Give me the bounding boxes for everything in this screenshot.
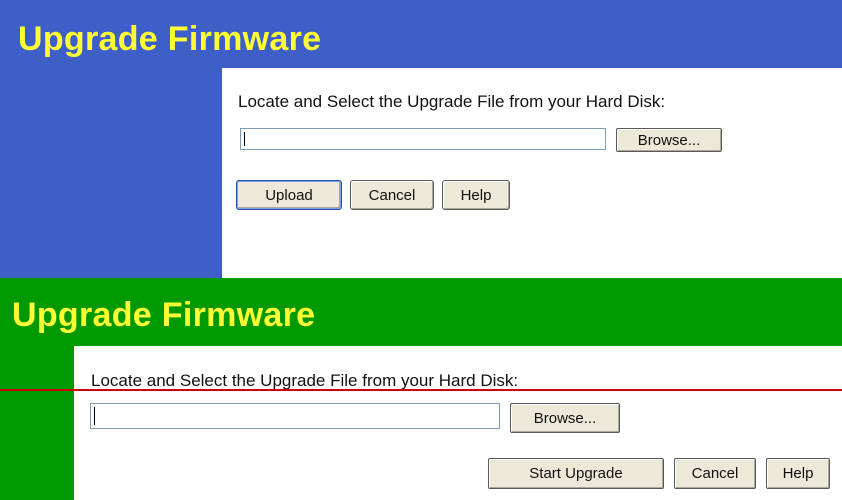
upgrade-firmware-panel-blue: Upgrade Firmware Locate and Select the U…: [0, 0, 842, 278]
start-upgrade-button[interactable]: Start Upgrade: [488, 458, 664, 489]
upgrade-firmware-panel-green: Upgrade Firmware Locate and Select the U…: [0, 278, 842, 500]
side-band: [0, 68, 222, 278]
cancel-button[interactable]: Cancel: [350, 180, 434, 210]
file-prompt-label: Locate and Select the Upgrade File from …: [238, 92, 666, 111]
cancel-button[interactable]: Cancel: [674, 458, 756, 489]
browse-button[interactable]: Browse...: [616, 128, 722, 152]
upgrade-file-input[interactable]: [90, 403, 500, 429]
text-caret: [94, 407, 95, 425]
text-caret: [244, 132, 245, 146]
browse-button[interactable]: Browse...: [510, 403, 620, 433]
upgrade-file-input[interactable]: [240, 128, 606, 150]
help-button[interactable]: Help: [442, 180, 510, 210]
help-button[interactable]: Help: [766, 458, 830, 489]
page-title: Upgrade Firmware: [12, 296, 316, 334]
page-title: Upgrade Firmware: [18, 20, 322, 58]
file-prompt-label: Locate and Select the Upgrade File from …: [91, 371, 519, 390]
side-band: [0, 346, 74, 500]
upload-button[interactable]: Upload: [236, 180, 342, 210]
divider-line: [0, 389, 842, 391]
